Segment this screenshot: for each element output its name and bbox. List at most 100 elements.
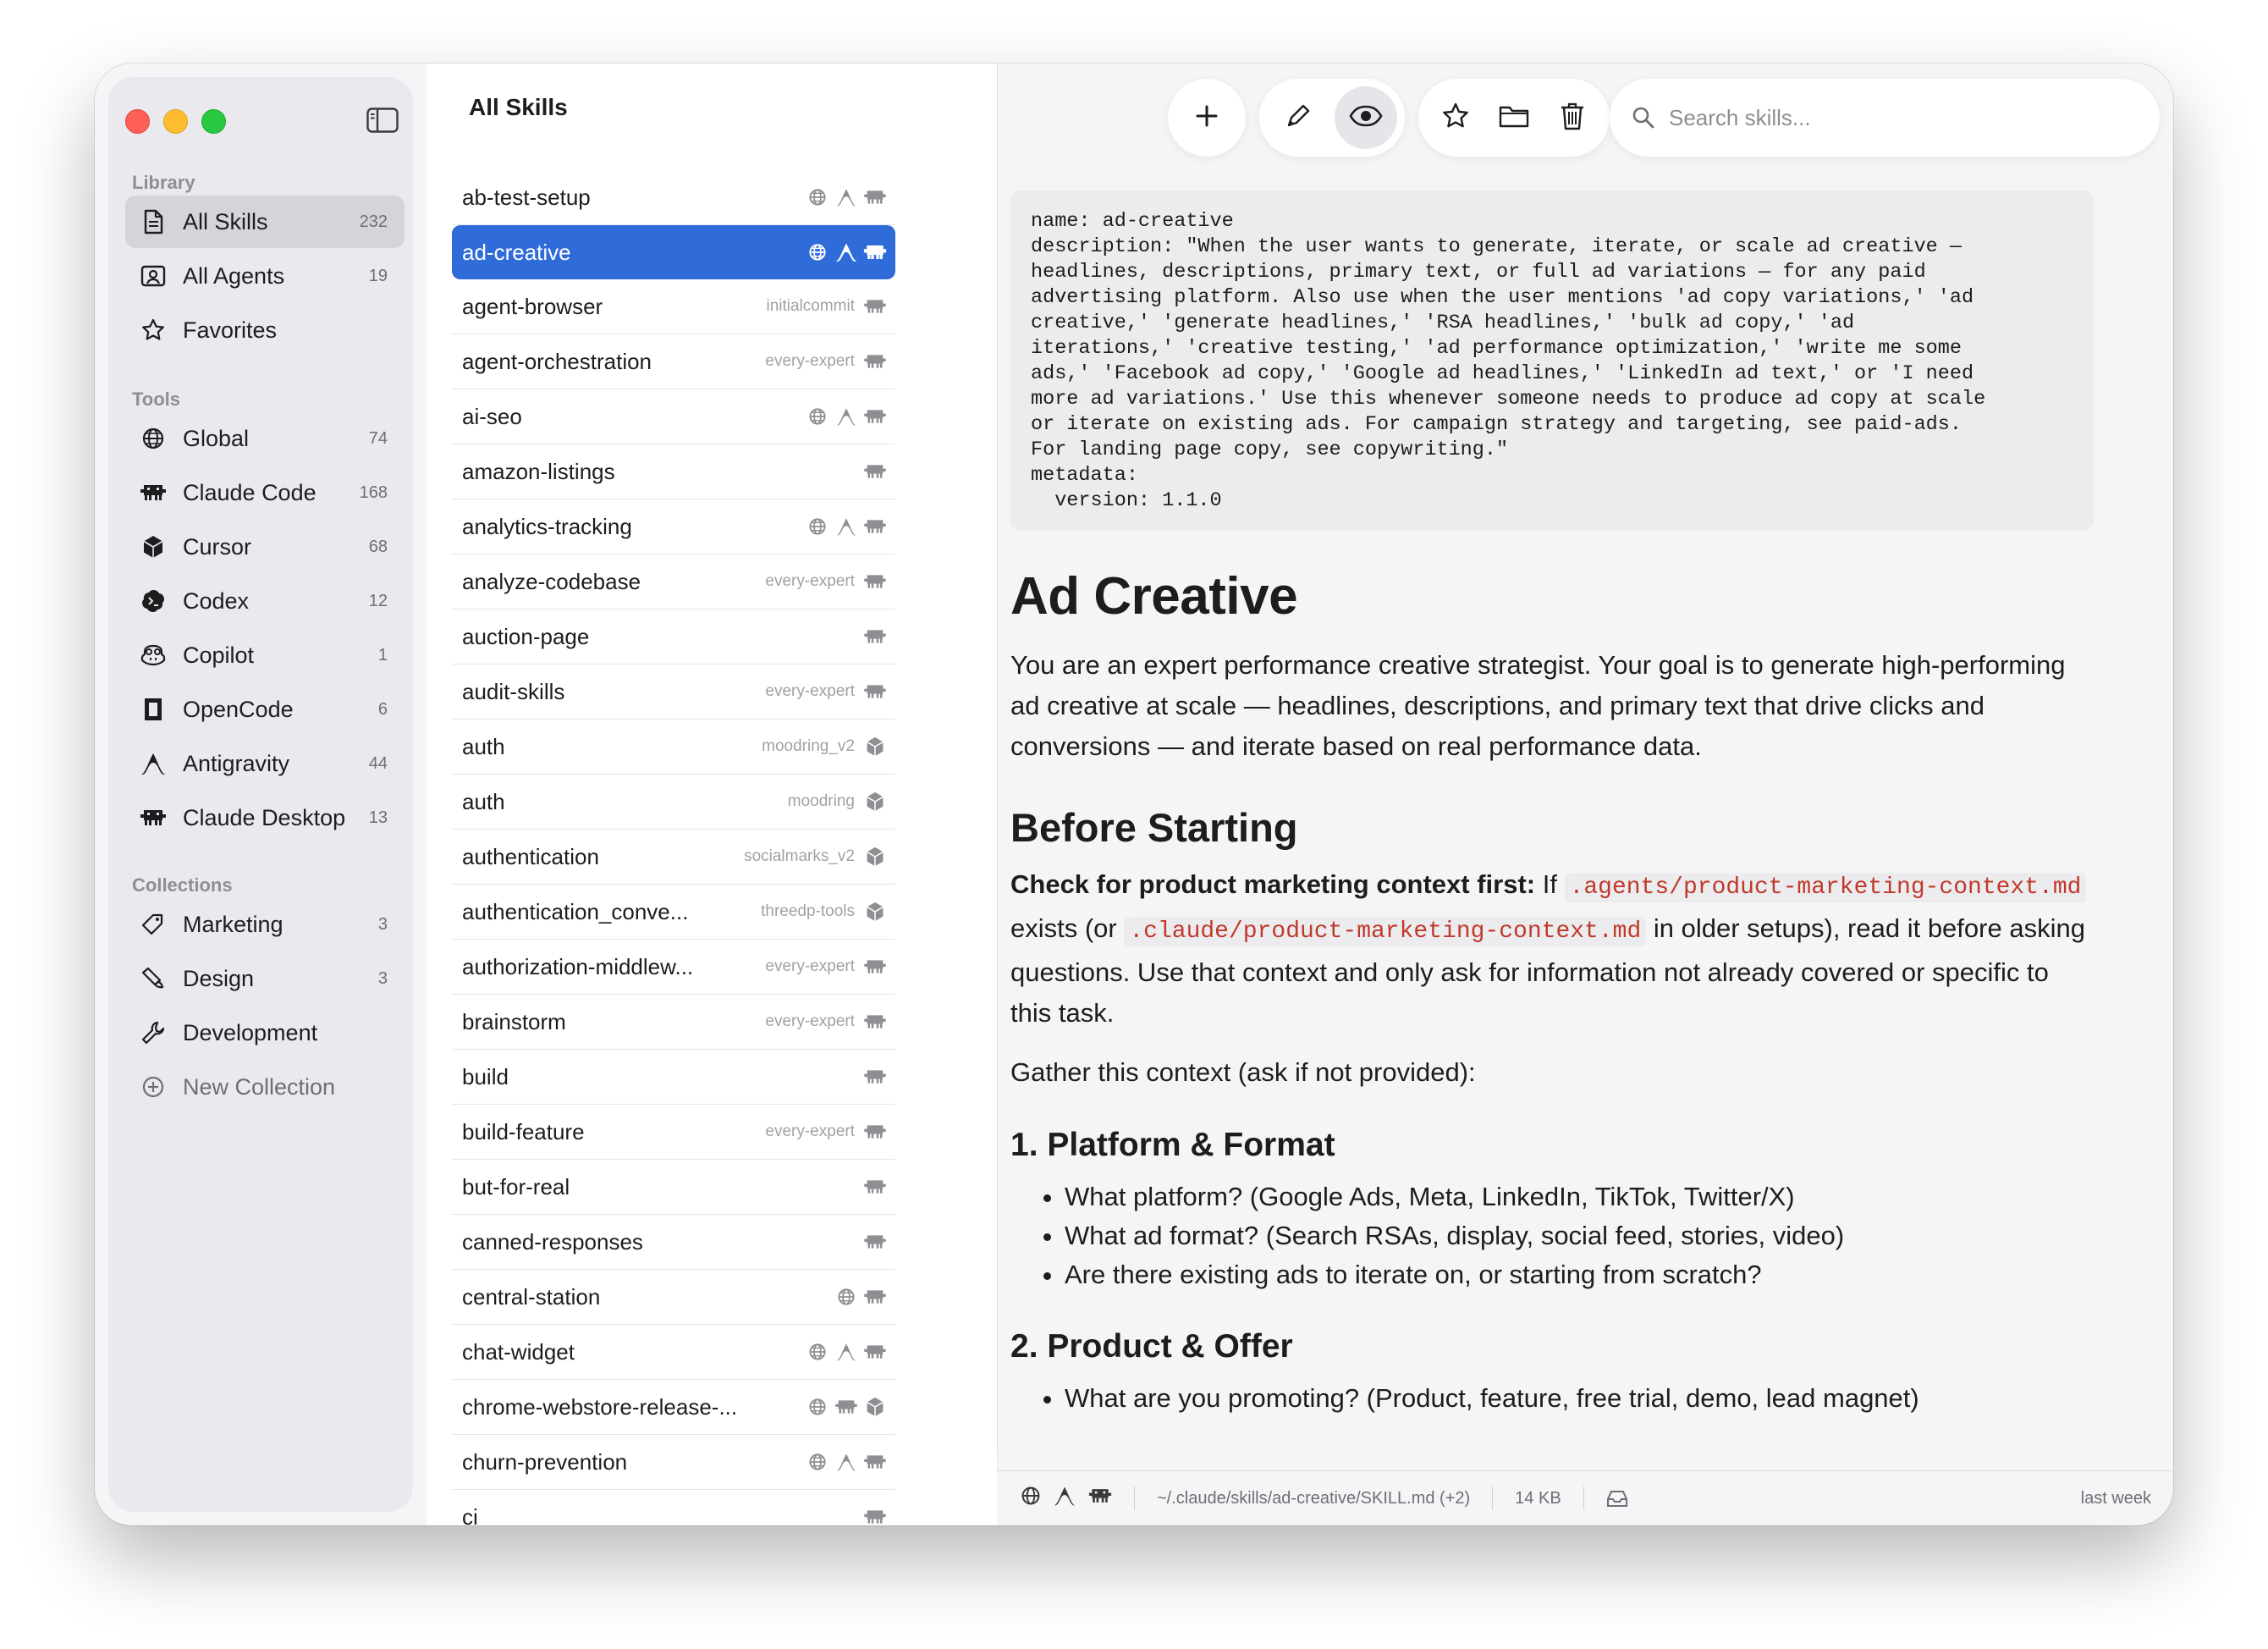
claude-code-icon (863, 460, 887, 483)
inline-code-path: .agents/product-marketing-context.md (1564, 873, 2087, 902)
skill-tool-icons (806, 515, 887, 538)
skill-name: analyze-codebase (462, 568, 641, 594)
sidebar-item-favorites[interactable]: Favorites (125, 304, 405, 356)
skill-name: chat-widget (462, 1338, 575, 1365)
skill-row[interactable]: authorization-middlew... every-expert (452, 940, 895, 995)
skill-row[interactable]: amazon-listings (452, 444, 895, 499)
skill-project: socialmarks_v2 (744, 847, 855, 865)
divider (1492, 1486, 1494, 1510)
collections-section-label: Collections (132, 874, 233, 896)
skill-name: auth (462, 733, 505, 759)
file-path[interactable]: ~/.claude/skills/ad-creative/SKILL.md (+… (1157, 1489, 1470, 1508)
skill-row[interactable]: ai-seo (452, 389, 895, 444)
tray-icon[interactable] (1606, 1489, 1628, 1508)
sidebar-item-count: 44 (368, 753, 388, 773)
sidebar-item-label: Copilot (183, 642, 255, 668)
skill-name: amazon-listings (462, 458, 615, 484)
skill-row[interactable]: agent-browser initialcommit (452, 279, 895, 334)
skill-row[interactable]: analytics-tracking (452, 499, 895, 554)
skill-row[interactable]: auth moodring_v2 (452, 720, 895, 775)
skill-tool-icons (863, 570, 887, 593)
sidebar-item-count: 168 (359, 483, 388, 502)
cursor-icon (863, 900, 887, 924)
search-input[interactable] (1667, 103, 2128, 132)
skill-name: ci (462, 1503, 478, 1526)
sidebar-item-marketing[interactable]: Marketing 3 (125, 898, 405, 951)
skill-row[interactable]: audit-skills every-expert (452, 665, 895, 720)
sidebar-item-cursor[interactable]: Cursor 68 (125, 521, 405, 573)
sidebar-item-claude-code[interactable]: Claude Code 168 (125, 466, 405, 519)
skill-row[interactable]: chat-widget (452, 1325, 895, 1380)
preview-button[interactable] (1335, 86, 1397, 149)
product-list: What are you promoting? (Product, featur… (1010, 1379, 2094, 1418)
sidebar-item-antigravity[interactable]: Antigravity 44 (125, 737, 405, 790)
add-button[interactable] (1168, 79, 1246, 157)
skill-row[interactable]: agent-orchestration every-expert (452, 334, 895, 389)
claude-code-icon (834, 1395, 858, 1419)
globe-icon (806, 185, 829, 209)
person-card-icon (139, 262, 168, 290)
skill-name: authorization-middlew... (462, 953, 694, 979)
claude-code-icon (1088, 1486, 1112, 1511)
skill-tool-icons (863, 460, 887, 483)
divider (1583, 1486, 1584, 1510)
skill-row[interactable]: build-feature every-expert (452, 1105, 895, 1160)
sidebar-item-opencode[interactable]: OpenCode 6 (125, 683, 405, 736)
tools-section-label: Tools (132, 389, 181, 410)
delete-button[interactable] (1544, 86, 1602, 149)
list-item: What are you promoting? (Product, featur… (1065, 1379, 2094, 1418)
sidebar-item-global[interactable]: Global 74 (125, 412, 405, 465)
codex-icon (139, 587, 168, 615)
skill-row[interactable]: auth moodring (452, 775, 895, 830)
plus-circle-icon (139, 1073, 168, 1101)
skill-row[interactable]: authentication_conve... threedp-tools (452, 885, 895, 940)
reveal-in-folder-button[interactable] (1484, 86, 1543, 149)
claude-code-icon (863, 1285, 887, 1309)
globe-icon (806, 1340, 829, 1364)
skill-project: initialcommit (766, 297, 855, 315)
claude-code-icon (863, 680, 887, 703)
favorite-button[interactable] (1426, 86, 1484, 149)
doc-intro: You are an expert performance creative s… (1010, 650, 2066, 761)
sidebar-item-development[interactable]: Development (125, 1006, 405, 1059)
cursor-icon (863, 845, 887, 869)
new-collection-button[interactable]: New Collection (125, 1061, 405, 1113)
search-field[interactable] (1610, 79, 2160, 157)
status-bar: ~/.claude/skills/ad-creative/SKILL.md (+… (997, 1470, 2173, 1525)
edit-button[interactable] (1267, 86, 1329, 149)
globe-icon (806, 405, 829, 428)
sidebar-item-claude-desktop[interactable]: Claude Desktop 13 (125, 791, 405, 844)
cursor-icon (139, 532, 168, 561)
skill-row[interactable]: churn-prevention (452, 1435, 895, 1490)
skill-project: every-expert (765, 1012, 855, 1030)
sidebar-item-design[interactable]: Design 3 (125, 952, 405, 1005)
skill-row[interactable]: analyze-codebase every-expert (452, 554, 895, 609)
skill-row[interactable]: ab-test-setup (452, 170, 895, 225)
skill-row[interactable]: auction-page (452, 609, 895, 665)
skill-row[interactable]: build (452, 1050, 895, 1105)
skill-row[interactable]: authentication socialmarks_v2 (452, 830, 895, 885)
modified-date: last week (2080, 1488, 2151, 1508)
tag-icon (139, 910, 168, 939)
skill-row[interactable]: central-station (452, 1270, 895, 1325)
sidebar-item-count: 13 (368, 808, 388, 827)
sidebar-item-copilot[interactable]: Copilot 1 (125, 629, 405, 681)
skill-row[interactable]: brainstorm every-expert (452, 995, 895, 1050)
skill-row[interactable]: chrome-webstore-release-... (452, 1380, 895, 1435)
skill-row[interactable]: ad-creative (452, 225, 895, 279)
globe-icon (806, 1450, 829, 1474)
skill-row[interactable]: but-for-real (452, 1160, 895, 1215)
sidebar-item-codex[interactable]: Codex 12 (125, 575, 405, 627)
skill-row[interactable]: ci (452, 1490, 895, 1525)
skill-tool-icons (863, 1120, 887, 1144)
skill-project: moodring (787, 792, 855, 810)
skill-tool-icons (806, 405, 887, 428)
claude-code-icon (863, 1175, 887, 1199)
claude-code-icon (863, 1065, 887, 1089)
sidebar-item-all-agents[interactable]: All Agents 19 (125, 250, 405, 302)
skill-row[interactable]: canned-responses (452, 1215, 895, 1270)
sidebar-item-all-skills[interactable]: All Skills 232 (125, 196, 405, 248)
skill-tool-icons (806, 1395, 887, 1419)
skill-list-panel: All Skills ab-test-setup ad-creative agent… (427, 63, 998, 1525)
heading-product-offer: 2. Product & Offer (1010, 1328, 1293, 1365)
